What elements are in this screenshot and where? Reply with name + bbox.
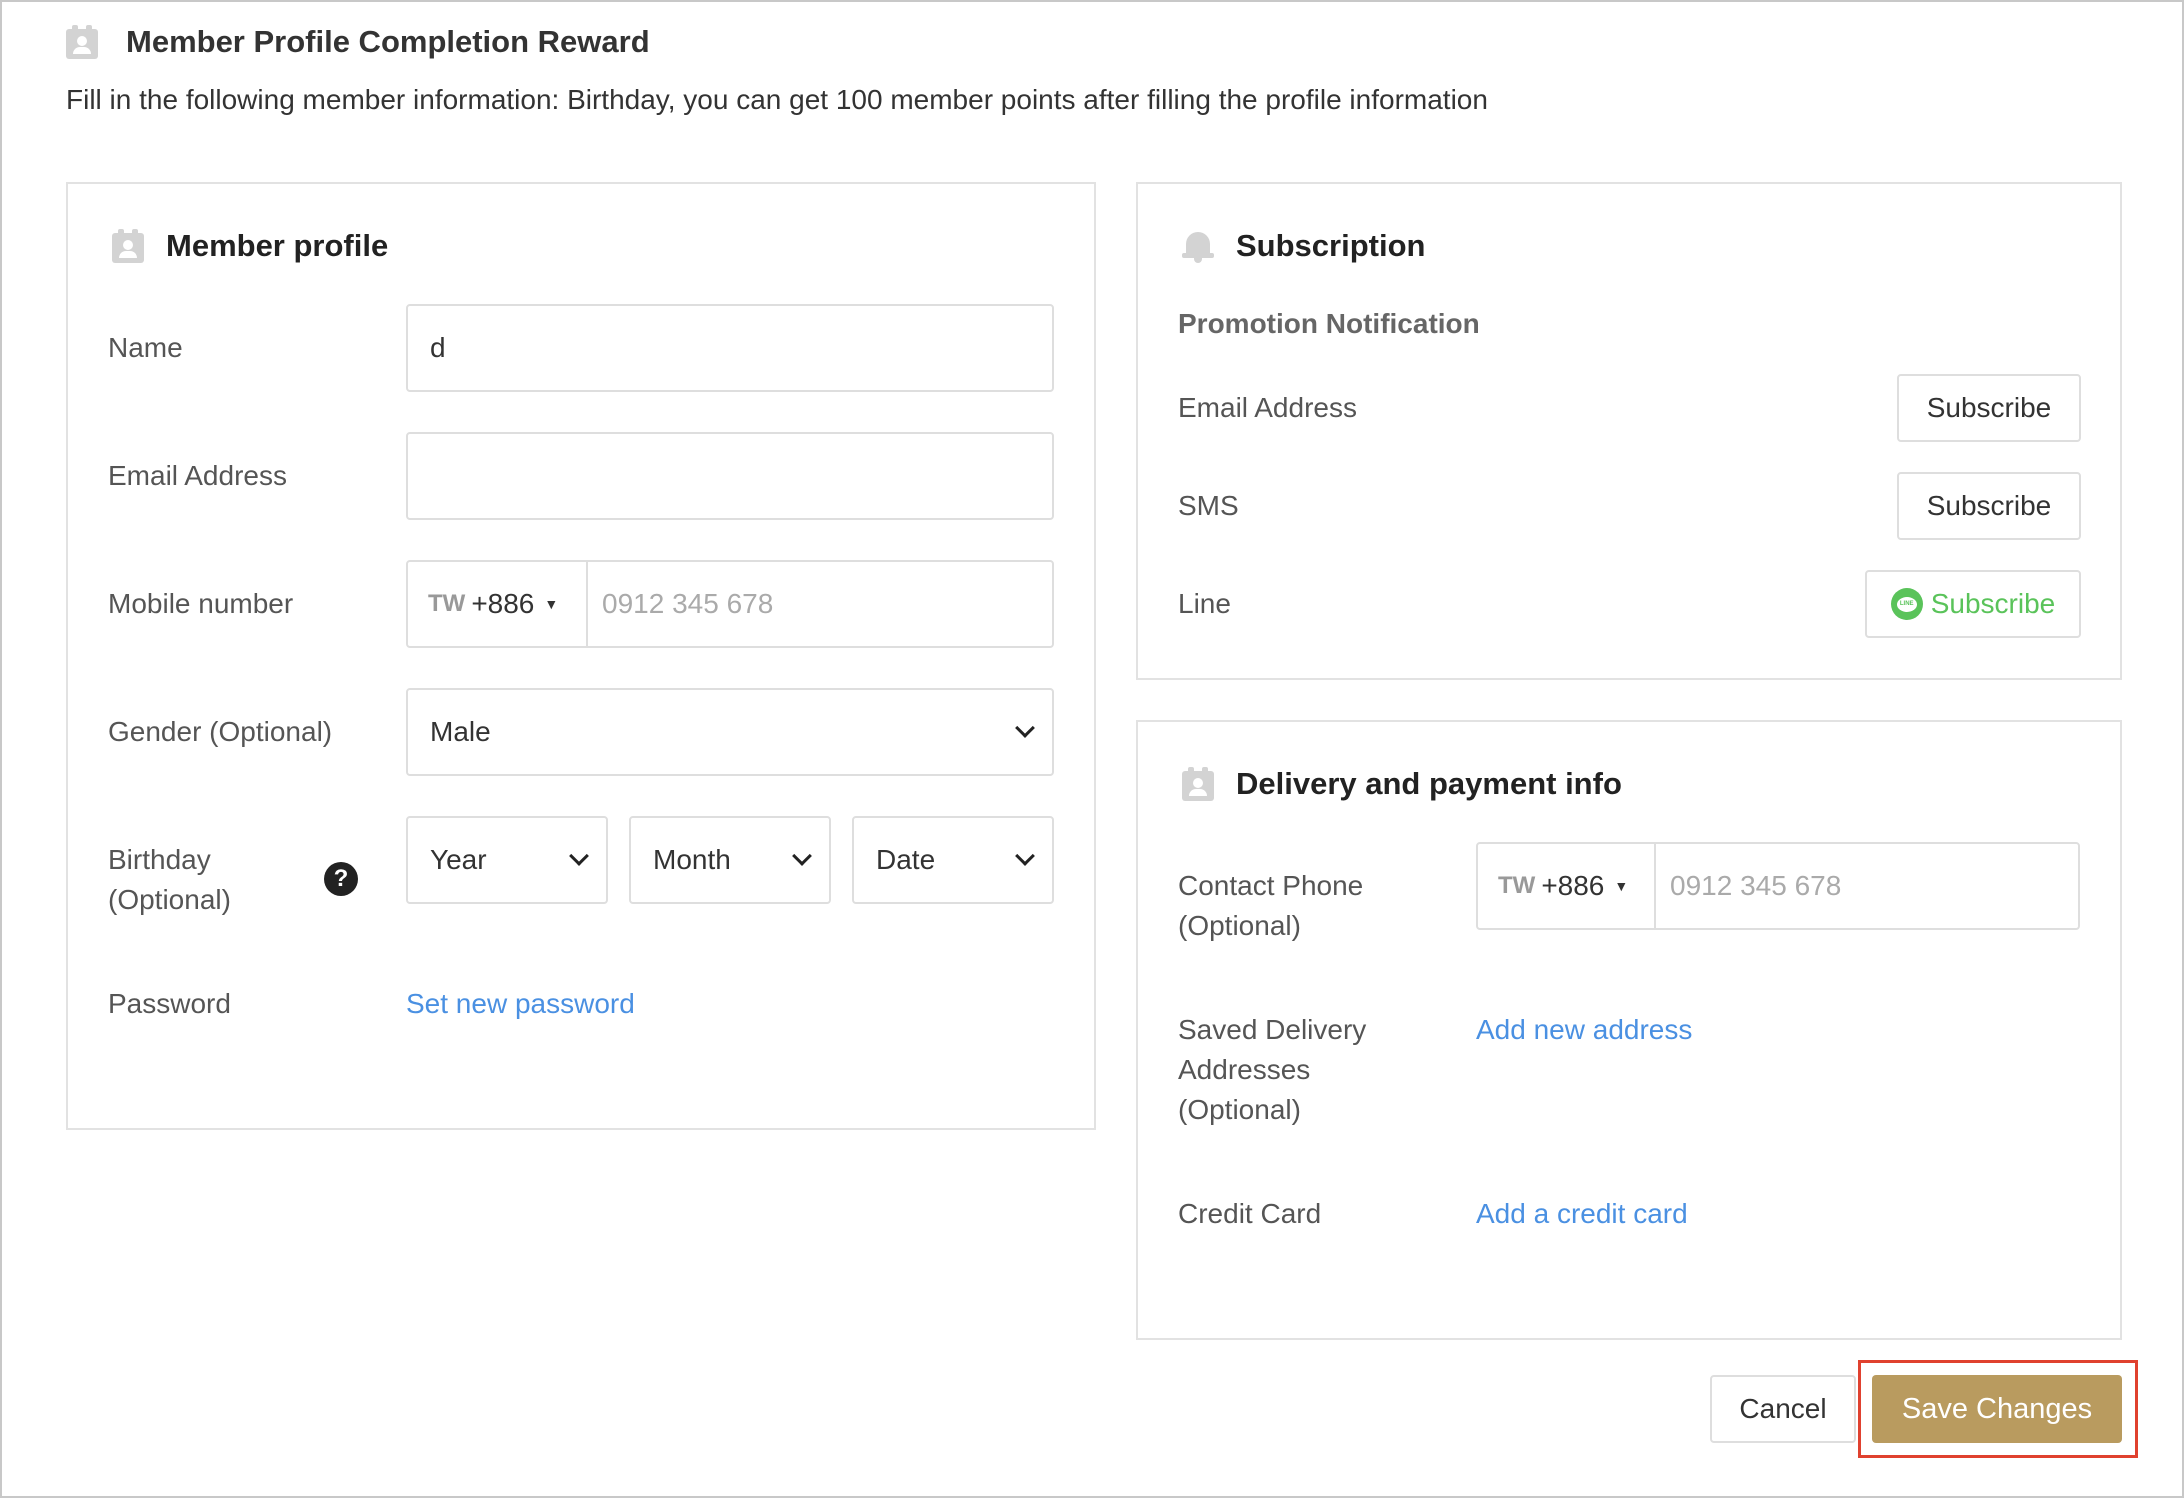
mobile-placeholder: 0912 345 678 (602, 588, 774, 619)
email-input[interactable] (406, 432, 1054, 520)
reward-header: Member Profile Completion Reward (66, 20, 650, 64)
birthday-year-value: Year (430, 844, 487, 875)
member-profile-header: Member profile (112, 226, 388, 266)
contact-phone-placeholder: 0912 345 678 (1670, 870, 1842, 901)
cancel-button[interactable]: Cancel (1710, 1375, 1856, 1443)
add-new-address-link[interactable]: Add new address (1476, 1010, 1692, 1050)
email-label: Email Address (108, 460, 287, 491)
set-new-password-link[interactable]: Set new password (406, 984, 635, 1024)
contact-phone-label-line1: Contact Phone (1178, 870, 1364, 901)
bell-icon (1182, 229, 1214, 263)
mobile-label: Mobile number (108, 588, 294, 619)
reward-description: Fill in the following member information… (66, 84, 1488, 115)
chevron-down-icon (1015, 846, 1035, 866)
cancel-label: Cancel (1739, 1393, 1827, 1424)
name-input[interactable]: d (406, 304, 1054, 392)
subscription-header: Subscription (1182, 226, 1425, 266)
contact-phone-country-select[interactable]: TW +886 ▼ (1478, 844, 1656, 928)
member-profile-title: Member profile (166, 228, 389, 263)
country-flag-text: TW (428, 590, 466, 617)
gender-value: Male (430, 716, 491, 747)
subscription-sms-label: SMS (1178, 490, 1239, 521)
gender-label: Gender (Optional) (108, 716, 333, 747)
line-brand-text: LINE (1896, 596, 1917, 612)
birthday-date-select[interactable]: Date (852, 816, 1054, 904)
subscription-email-label: Email Address (1178, 392, 1357, 423)
caret-down-icon: ▼ (1614, 878, 1629, 894)
promotion-notification-heading: Promotion Notification (1178, 308, 1480, 339)
saved-address-label-line3: (Optional) (1178, 1094, 1301, 1125)
country-flag-text: TW (1498, 872, 1536, 899)
contact-phone-field: TW +886 ▼ 0912 345 678 (1476, 842, 2080, 930)
delivery-header: Delivery and payment info (1182, 764, 1622, 804)
credit-card-label: Credit Card (1178, 1198, 1322, 1229)
delivery-title: Delivery and payment info (1236, 766, 1622, 801)
subscription-title: Subscription (1236, 228, 1426, 263)
member-badge-icon (1182, 767, 1214, 801)
birthday-month-value: Month (653, 844, 731, 875)
add-credit-card-link[interactable]: Add a credit card (1476, 1194, 1688, 1234)
caret-down-icon: ▼ (544, 596, 559, 612)
member-badge-icon (66, 25, 98, 59)
birthday-date-value: Date (876, 844, 936, 875)
subscribe-sms-label: Subscribe (1926, 490, 2052, 521)
save-button-highlight (1858, 1360, 2138, 1458)
birthday-month-select[interactable]: Month (629, 816, 831, 904)
contact-phone-label-line2: (Optional) (1178, 910, 1301, 941)
subscription-line-label: Line (1178, 588, 1231, 619)
line-icon: LINE (1890, 588, 1923, 620)
saved-address-label-line1: Saved Delivery (1178, 1014, 1367, 1045)
country-code: +886 (1541, 870, 1605, 901)
country-code: +886 (471, 588, 535, 619)
saved-address-label-line2: Addresses (1178, 1054, 1311, 1085)
chevron-down-icon (1015, 718, 1035, 738)
mobile-input[interactable]: 0912 345 678 (588, 562, 773, 646)
password-label: Password (108, 988, 231, 1019)
contact-phone-input[interactable]: 0912 345 678 (1656, 844, 1841, 928)
help-icon[interactable]: ? (324, 862, 358, 896)
birthday-year-select[interactable]: Year (406, 816, 608, 904)
subscribe-email-button[interactable]: Subscribe (1897, 374, 2081, 442)
subscribe-sms-button[interactable]: Subscribe (1897, 472, 2081, 540)
birthday-label-line1: Birthday (108, 844, 211, 875)
chevron-down-icon (792, 846, 812, 866)
subscribe-line-label: Subscribe (1930, 588, 2056, 619)
gender-select[interactable]: Male (406, 688, 1054, 776)
subscribe-line-button[interactable]: LINE Subscribe (1865, 570, 2081, 638)
chevron-down-icon (569, 846, 589, 866)
subscribe-email-label: Subscribe (1926, 392, 2052, 423)
mobile-field: TW +886 ▼ 0912 345 678 (406, 560, 1054, 648)
member-badge-icon (112, 229, 144, 263)
reward-title: Member Profile Completion Reward (126, 24, 650, 59)
mobile-country-select[interactable]: TW +886 ▼ (408, 562, 588, 646)
name-label: Name (108, 332, 183, 363)
name-value: d (430, 332, 446, 363)
birthday-label-line2: (Optional) (108, 884, 231, 915)
